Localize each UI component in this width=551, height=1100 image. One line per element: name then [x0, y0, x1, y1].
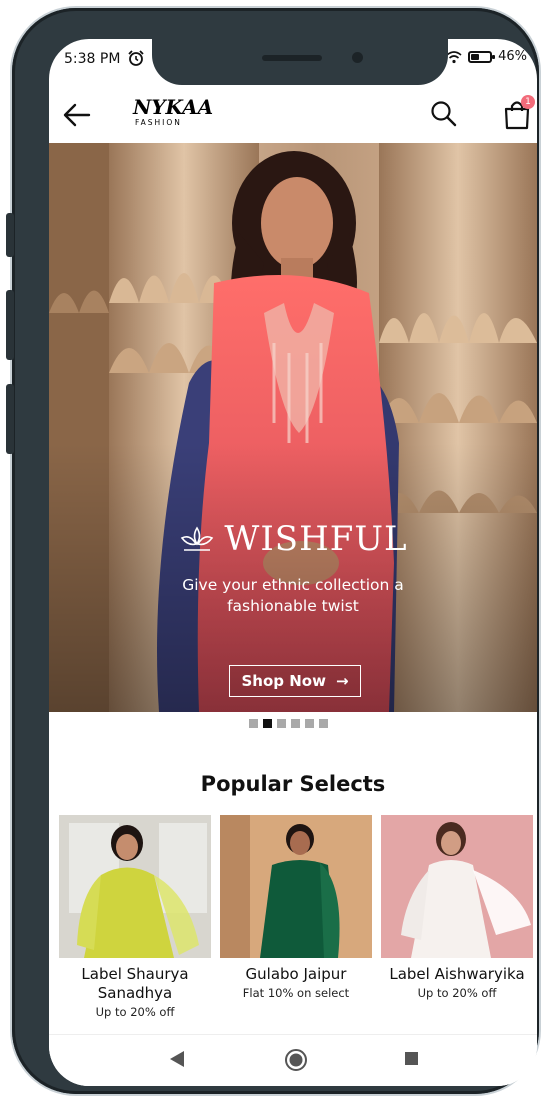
shop-now-label: Shop Now: [241, 672, 326, 690]
product-image: [381, 815, 533, 958]
product-offer: Up to 20% off: [417, 986, 497, 1000]
product-name: Label Shaurya Sanadhya: [81, 965, 189, 1002]
section-title: Popular Selects: [200, 772, 386, 796]
carousel-indicator[interactable]: [249, 719, 328, 728]
carousel-dot[interactable]: [291, 719, 300, 728]
nav-home-icon[interactable]: [284, 1048, 308, 1072]
product-card[interactable]: Label Shaurya Sanadhya Up to 20% off: [59, 815, 211, 1019]
cart-count-badge: 1: [521, 95, 535, 109]
phone-frame: 5:38 PM 46% NYKAA FASHION 1 WISHFUL Give…: [6, 8, 539, 1094]
status-time: 5:38 PM: [64, 51, 121, 67]
alarm-icon: [128, 50, 144, 66]
side-button: [6, 384, 14, 454]
product-image: [59, 815, 211, 958]
volume-up-button: [6, 213, 14, 257]
nav-recents-icon[interactable]: [405, 1052, 418, 1065]
product-card[interactable]: Gulabo Jaipur Flat 10% on select: [220, 815, 372, 1000]
nav-back-icon[interactable]: [169, 1050, 185, 1068]
app-bar: NYKAA FASHION 1: [49, 91, 537, 139]
screen: 5:38 PM 46% NYKAA FASHION 1 WISHFUL Give…: [49, 39, 537, 1086]
product-offer: Up to 20% off: [95, 1005, 175, 1019]
battery-percent: 46%: [498, 49, 527, 64]
carousel-dot[interactable]: [263, 719, 272, 728]
volume-down-button: [6, 290, 14, 360]
popular-selects-list: Label Shaurya Sanadhya Up to 20% off Gul…: [59, 815, 533, 1025]
search-icon[interactable]: [429, 99, 459, 129]
shop-now-button[interactable]: Shop Now →: [229, 665, 361, 697]
product-offer: Flat 10% on select: [242, 986, 350, 1000]
status-icons: 46%: [446, 49, 527, 64]
product-name: Label Aishwaryika: [389, 965, 525, 983]
brand-emblem-icon: [181, 526, 214, 551]
product-image: [220, 815, 372, 958]
carousel-dot[interactable]: [249, 719, 258, 728]
battery-icon: [468, 50, 496, 63]
back-arrow-icon[interactable]: [61, 99, 93, 131]
banner-tagline: Give your ethnic collection a fashionabl…: [182, 576, 404, 615]
carousel-dot[interactable]: [319, 719, 328, 728]
product-name: Gulabo Jaipur: [245, 965, 347, 983]
product-card[interactable]: Label Aishwaryika Up to 20% off: [381, 815, 533, 1000]
hero-banner[interactable]: WISHFUL Give your ethnic collection a fa…: [49, 143, 537, 712]
cart-button[interactable]: 1: [501, 95, 535, 131]
banner-brand: WISHFUL: [49, 519, 537, 559]
system-nav-bar: [49, 1034, 537, 1086]
arrow-right-icon: →: [335, 672, 349, 690]
notch: [152, 39, 448, 85]
wifi-icon: [446, 50, 462, 63]
banner-image: [49, 143, 537, 712]
nykaa-fashion-logo[interactable]: NYKAA FASHION: [133, 97, 213, 131]
banner-brand-name: WISHFUL: [224, 519, 408, 559]
carousel-dot[interactable]: [305, 719, 314, 728]
carousel-dot[interactable]: [277, 719, 286, 728]
